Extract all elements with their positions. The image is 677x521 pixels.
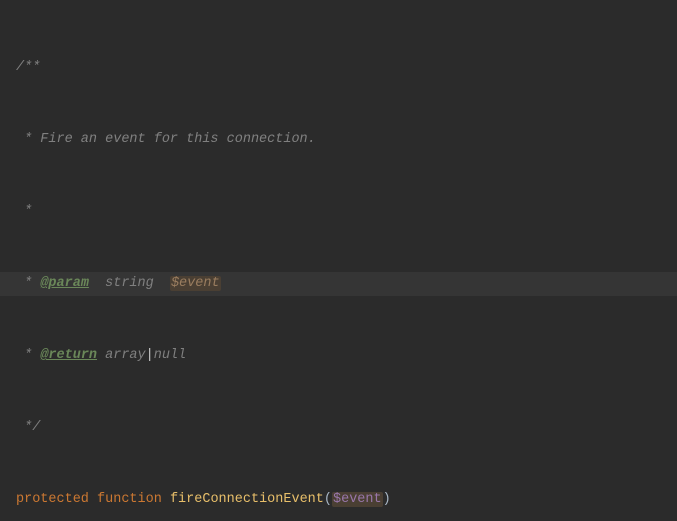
keyword-function: function [97,492,162,507]
docblock-blank: * [0,200,677,224]
param-type: string [89,276,170,291]
comment-text: /** [16,60,40,75]
comment-text: * [16,204,32,219]
function-param: $event [332,492,383,507]
docblock-param: * @param string $event [0,272,677,296]
param-var: $event [170,276,221,291]
function-name: fireConnectionEvent [170,492,324,507]
comment-text: * [16,348,40,363]
return-null: null [154,348,186,363]
keyword-protected: protected [16,492,89,507]
pipe: | [146,348,154,363]
docblock-return: * @return array|null [0,344,677,368]
docblock-desc: * Fire an event for this connection. [0,128,677,152]
docblock-close: */ [0,416,677,440]
comment-text: * Fire an event for this connection. [16,132,316,147]
php-doctag: @param [40,276,89,291]
comment-text: */ [16,420,40,435]
code-editor: /** * Fire an event for this connection.… [0,0,677,521]
paren-close: ) [383,492,391,507]
docblock-open: /** [0,56,677,80]
php-doctag: @return [40,348,97,363]
paren-open: ( [324,492,332,507]
comment-text: * [16,276,40,291]
function-signature: protected function fireConnectionEvent($… [0,488,677,512]
return-type: array [97,348,146,363]
